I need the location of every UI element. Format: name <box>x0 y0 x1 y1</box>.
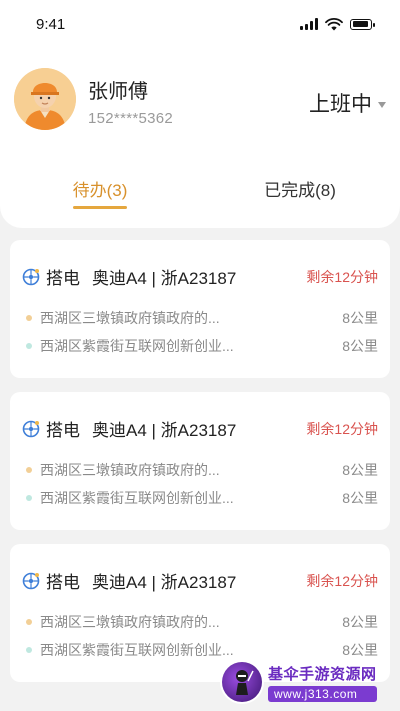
wheel-icon <box>22 572 40 589</box>
avatar[interactable] <box>14 68 76 130</box>
caret-down-icon <box>378 101 386 108</box>
destination-address-row: 西湖区紫霞街互联网创新创业... 8公里 <box>26 336 378 356</box>
active-tab-indicator <box>73 206 127 209</box>
destination-address-row: 西湖区紫霞街互联网创新创业... 8公里 <box>26 488 378 508</box>
tab-pending[interactable]: 待办(3) <box>0 170 200 220</box>
wifi-icon <box>325 18 343 31</box>
order-header: 搭电 奥迪A4 | 浙A23187 剩余12分钟 <box>22 416 378 441</box>
status-icons <box>300 17 375 31</box>
user-name: 张师傅 <box>88 81 148 103</box>
order-card[interactable]: 搭电 奥迪A4 | 浙A23187 剩余12分钟 西湖区三墩镇政府镇政府的...… <box>10 392 390 530</box>
pickup-dot-icon <box>26 467 32 473</box>
destination-address: 西湖区紫霞街互联网创新创业... <box>40 490 234 506</box>
pickup-distance: 8公里 <box>342 614 378 630</box>
work-status-label: 上班中 <box>309 93 372 116</box>
signal-icon <box>300 18 318 30</box>
tab-pending-label: 待办(3) <box>72 181 128 200</box>
pickup-address-row: 西湖区三墩镇政府镇政府的... 8公里 <box>26 308 378 328</box>
order-service-type: 搭电 <box>46 421 80 440</box>
order-card[interactable]: 搭电 奥迪A4 | 浙A23187 剩余12分钟 西湖区三墩镇政府镇政府的...… <box>10 240 390 378</box>
ninja-icon <box>236 670 254 695</box>
profile-header: 张师傅 152****5362 上班中 待办(3) 已完成(8) <box>0 48 400 228</box>
watermark-text: 基伞手游资源网 www.j313.com <box>268 663 377 702</box>
battery-icon <box>350 18 375 30</box>
wheel-icon <box>22 268 40 285</box>
pickup-dot-icon <box>26 619 32 625</box>
destination-address: 西湖区紫霞街互联网创新创业... <box>40 338 234 354</box>
tab-completed-label: 已完成(8) <box>264 181 336 200</box>
worker-avatar-icon <box>14 68 76 130</box>
order-vehicle: 奥迪A4 | 浙A23187 <box>92 573 237 592</box>
destination-dot-icon <box>26 647 32 653</box>
order-time-remaining: 剩余12分钟 <box>306 572 378 589</box>
order-vehicle: 奥迪A4 | 浙A23187 <box>92 269 237 288</box>
watermark-url: www.j313.com <box>268 685 377 702</box>
pickup-address: 西湖区三墩镇政府镇政府的... <box>40 462 220 478</box>
order-vehicle: 奥迪A4 | 浙A23187 <box>92 421 237 440</box>
order-time-remaining: 剩余12分钟 <box>306 420 378 437</box>
pickup-address: 西湖区三墩镇政府镇政府的... <box>40 614 220 630</box>
pickup-distance: 8公里 <box>342 462 378 478</box>
order-service-type: 搭电 <box>46 269 80 288</box>
pickup-address: 西湖区三墩镇政府镇政府的... <box>40 310 220 326</box>
order-service-type: 搭电 <box>46 573 80 592</box>
order-tabs: 待办(3) 已完成(8) <box>0 170 400 220</box>
tab-completed[interactable]: 已完成(8) <box>200 170 400 220</box>
pickup-address-row: 西湖区三墩镇政府镇政府的... 8公里 <box>26 460 378 480</box>
order-header: 搭电 奥迪A4 | 浙A23187 剩余12分钟 <box>22 264 378 289</box>
destination-dot-icon <box>26 495 32 501</box>
pickup-address-row: 西湖区三墩镇政府镇政府的... 8公里 <box>26 612 378 632</box>
pickup-distance: 8公里 <box>342 310 378 326</box>
destination-dot-icon <box>26 343 32 349</box>
destination-distance: 8公里 <box>342 490 378 506</box>
pickup-dot-icon <box>26 315 32 321</box>
watermark-title: 基伞手游资源网 <box>268 665 377 683</box>
order-header: 搭电 奥迪A4 | 浙A23187 剩余12分钟 <box>22 568 378 593</box>
work-status-dropdown[interactable]: 上班中 <box>309 88 386 118</box>
wheel-icon <box>22 420 40 437</box>
order-time-remaining: 剩余12分钟 <box>306 268 378 285</box>
user-phone: 152****5362 <box>88 110 174 127</box>
watermark-logo-icon <box>222 662 262 702</box>
status-bar: 9:41 <box>0 0 400 48</box>
site-watermark: 基伞手游资源网 www.j313.com <box>222 656 396 708</box>
status-time: 9:41 <box>36 15 66 33</box>
destination-distance: 8公里 <box>342 338 378 354</box>
